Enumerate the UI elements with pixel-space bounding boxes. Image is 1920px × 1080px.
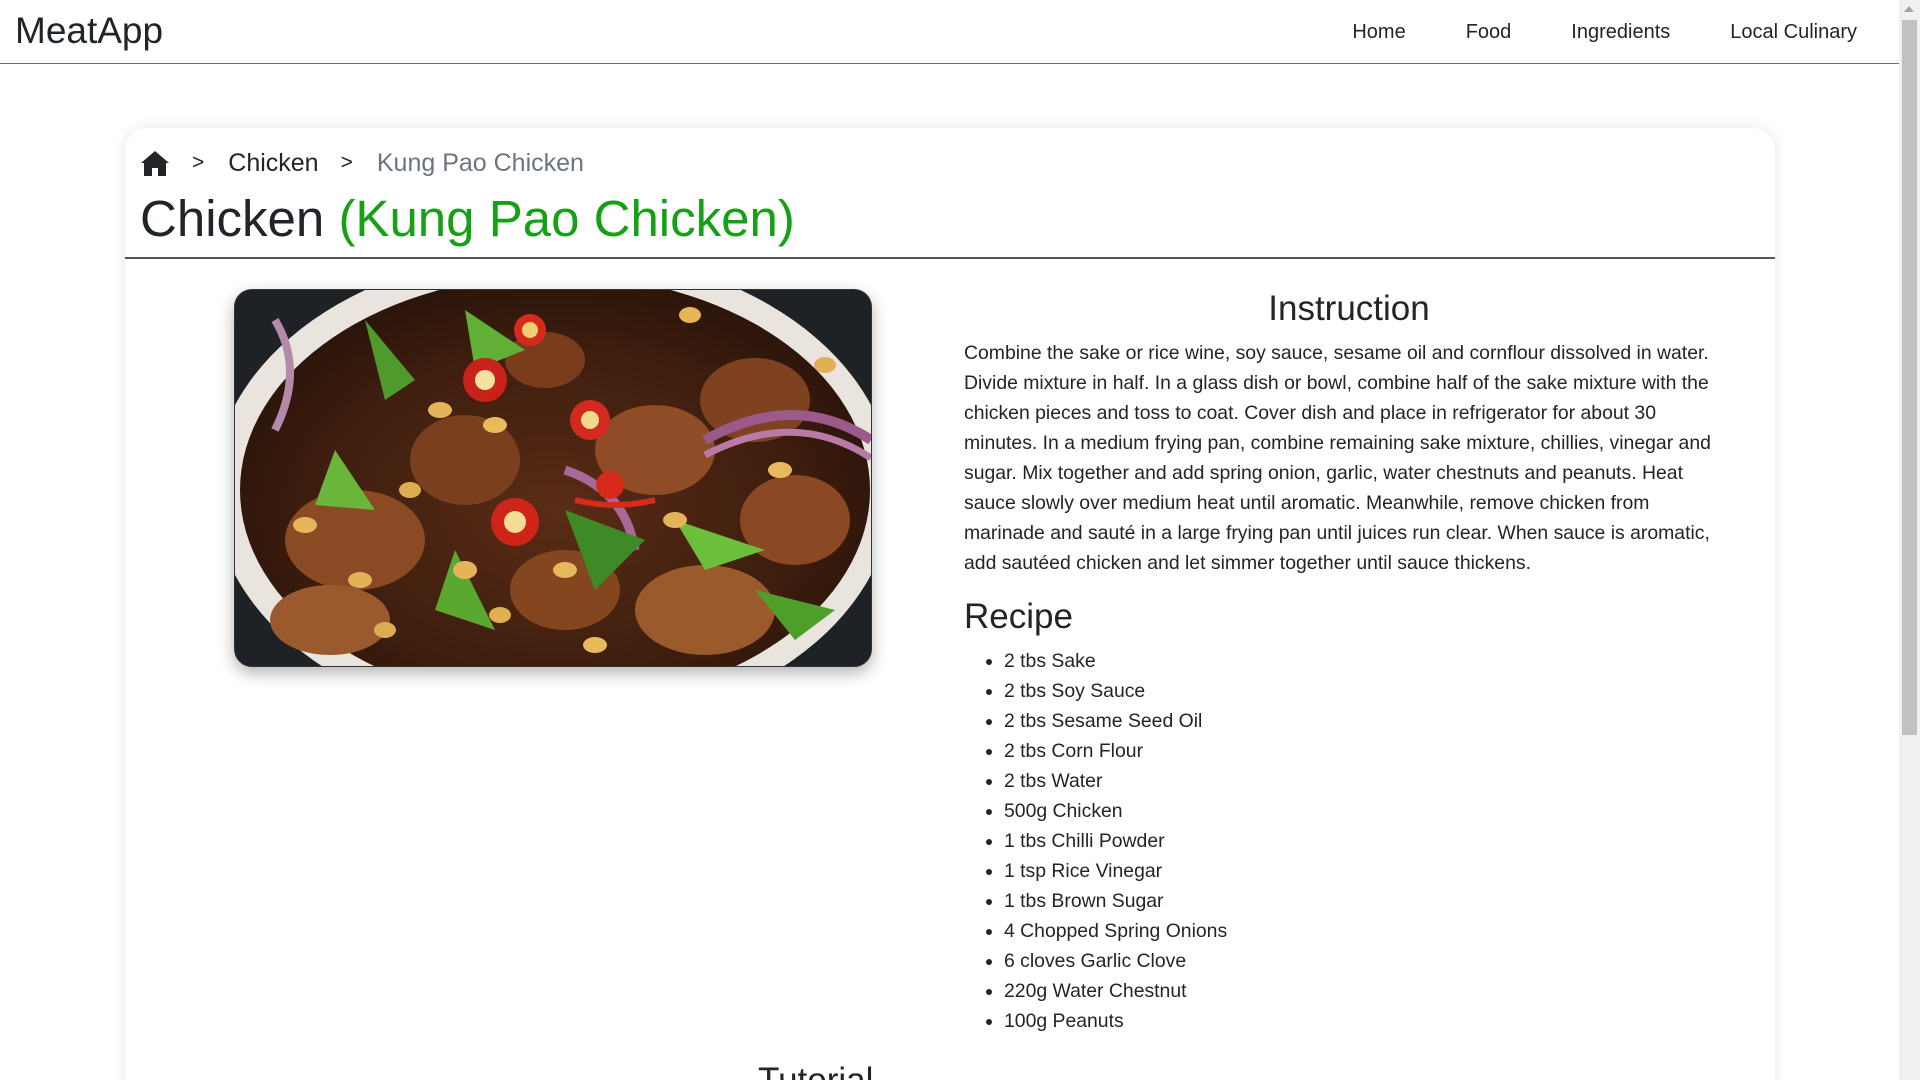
scroll-up-arrow-icon[interactable] [1904, 6, 1914, 12]
scrollbar-thumb[interactable] [1902, 20, 1917, 735]
recipe-list: 2 tbs Sake 2 tbs Soy Sauce 2 tbs Sesame … [964, 646, 1734, 1036]
instruction-text: Combine the sake or rice wine, soy sauce… [964, 342, 1711, 574]
recipe-item: 1 tbs Brown Sugar [1004, 886, 1734, 916]
recipe-heading: Recipe [964, 597, 1073, 636]
home-icon[interactable] [140, 149, 170, 177]
recipe-item: 2 tbs Sake [1004, 646, 1734, 676]
page: MeatApp Home Food Ingredients Local Culi… [0, 0, 1920, 1080]
scrollbar[interactable] [1899, 0, 1920, 1080]
dish-illustration [235, 290, 871, 666]
recipe-item: 100g Peanuts [1004, 1006, 1734, 1036]
breadcrumb-current: Kung Pao Chicken [376, 148, 584, 177]
navbar: MeatApp Home Food Ingredients Local Culi… [0, 0, 1899, 64]
breadcrumb-separator: > [192, 151, 205, 174]
page-title-main: Chicken [140, 190, 325, 247]
recipe-item: 2 tbs Sesame Seed Oil [1004, 706, 1734, 736]
breadcrumb-separator: > [340, 151, 353, 174]
nav-link-home[interactable]: Home [1352, 21, 1405, 44]
recipe-item: 500g Chicken [1004, 796, 1734, 826]
title-divider [125, 257, 1775, 259]
recipe-item: 1 tsp Rice Vinegar [1004, 856, 1734, 886]
recipe-item: 4 Chopped Spring Onions [1004, 916, 1734, 946]
recipe-item: 2 tbs Soy Sauce [1004, 676, 1734, 706]
nav-link-local-culinary[interactable]: Local Culinary [1730, 21, 1857, 44]
brand-logo[interactable]: MeatApp [15, 10, 163, 52]
recipe-item: 6 cloves Garlic Clove [1004, 946, 1734, 976]
recipe-card: > Chicken > Kung Pao Chicken Chicken (Ku… [125, 128, 1775, 1080]
recipe-item: 220g Water Chestnut [1004, 976, 1734, 1006]
dish-image [234, 289, 872, 667]
page-title-subtitle: (Kung Pao Chicken) [338, 190, 795, 247]
recipe-item: 1 tbs Chilli Powder [1004, 826, 1734, 856]
recipe-details: Instruction Combine the sake or rice win… [964, 288, 1734, 1036]
tutorial-heading: Tutorial [758, 1060, 873, 1080]
page-title: Chicken (Kung Pao Chicken) [140, 188, 795, 249]
nav-link-ingredients[interactable]: Ingredients [1571, 21, 1670, 44]
recipe-item: 2 tbs Water [1004, 766, 1734, 796]
breadcrumb: > Chicken > Kung Pao Chicken [140, 146, 584, 180]
nav-link-food[interactable]: Food [1466, 21, 1512, 44]
recipe-item: 2 tbs Corn Flour [1004, 736, 1734, 766]
breadcrumb-category-link[interactable]: Chicken [228, 149, 318, 178]
instruction-heading: Instruction [1268, 289, 1430, 328]
nav-links: Home Food Ingredients Local Culinary [1292, 0, 1857, 64]
